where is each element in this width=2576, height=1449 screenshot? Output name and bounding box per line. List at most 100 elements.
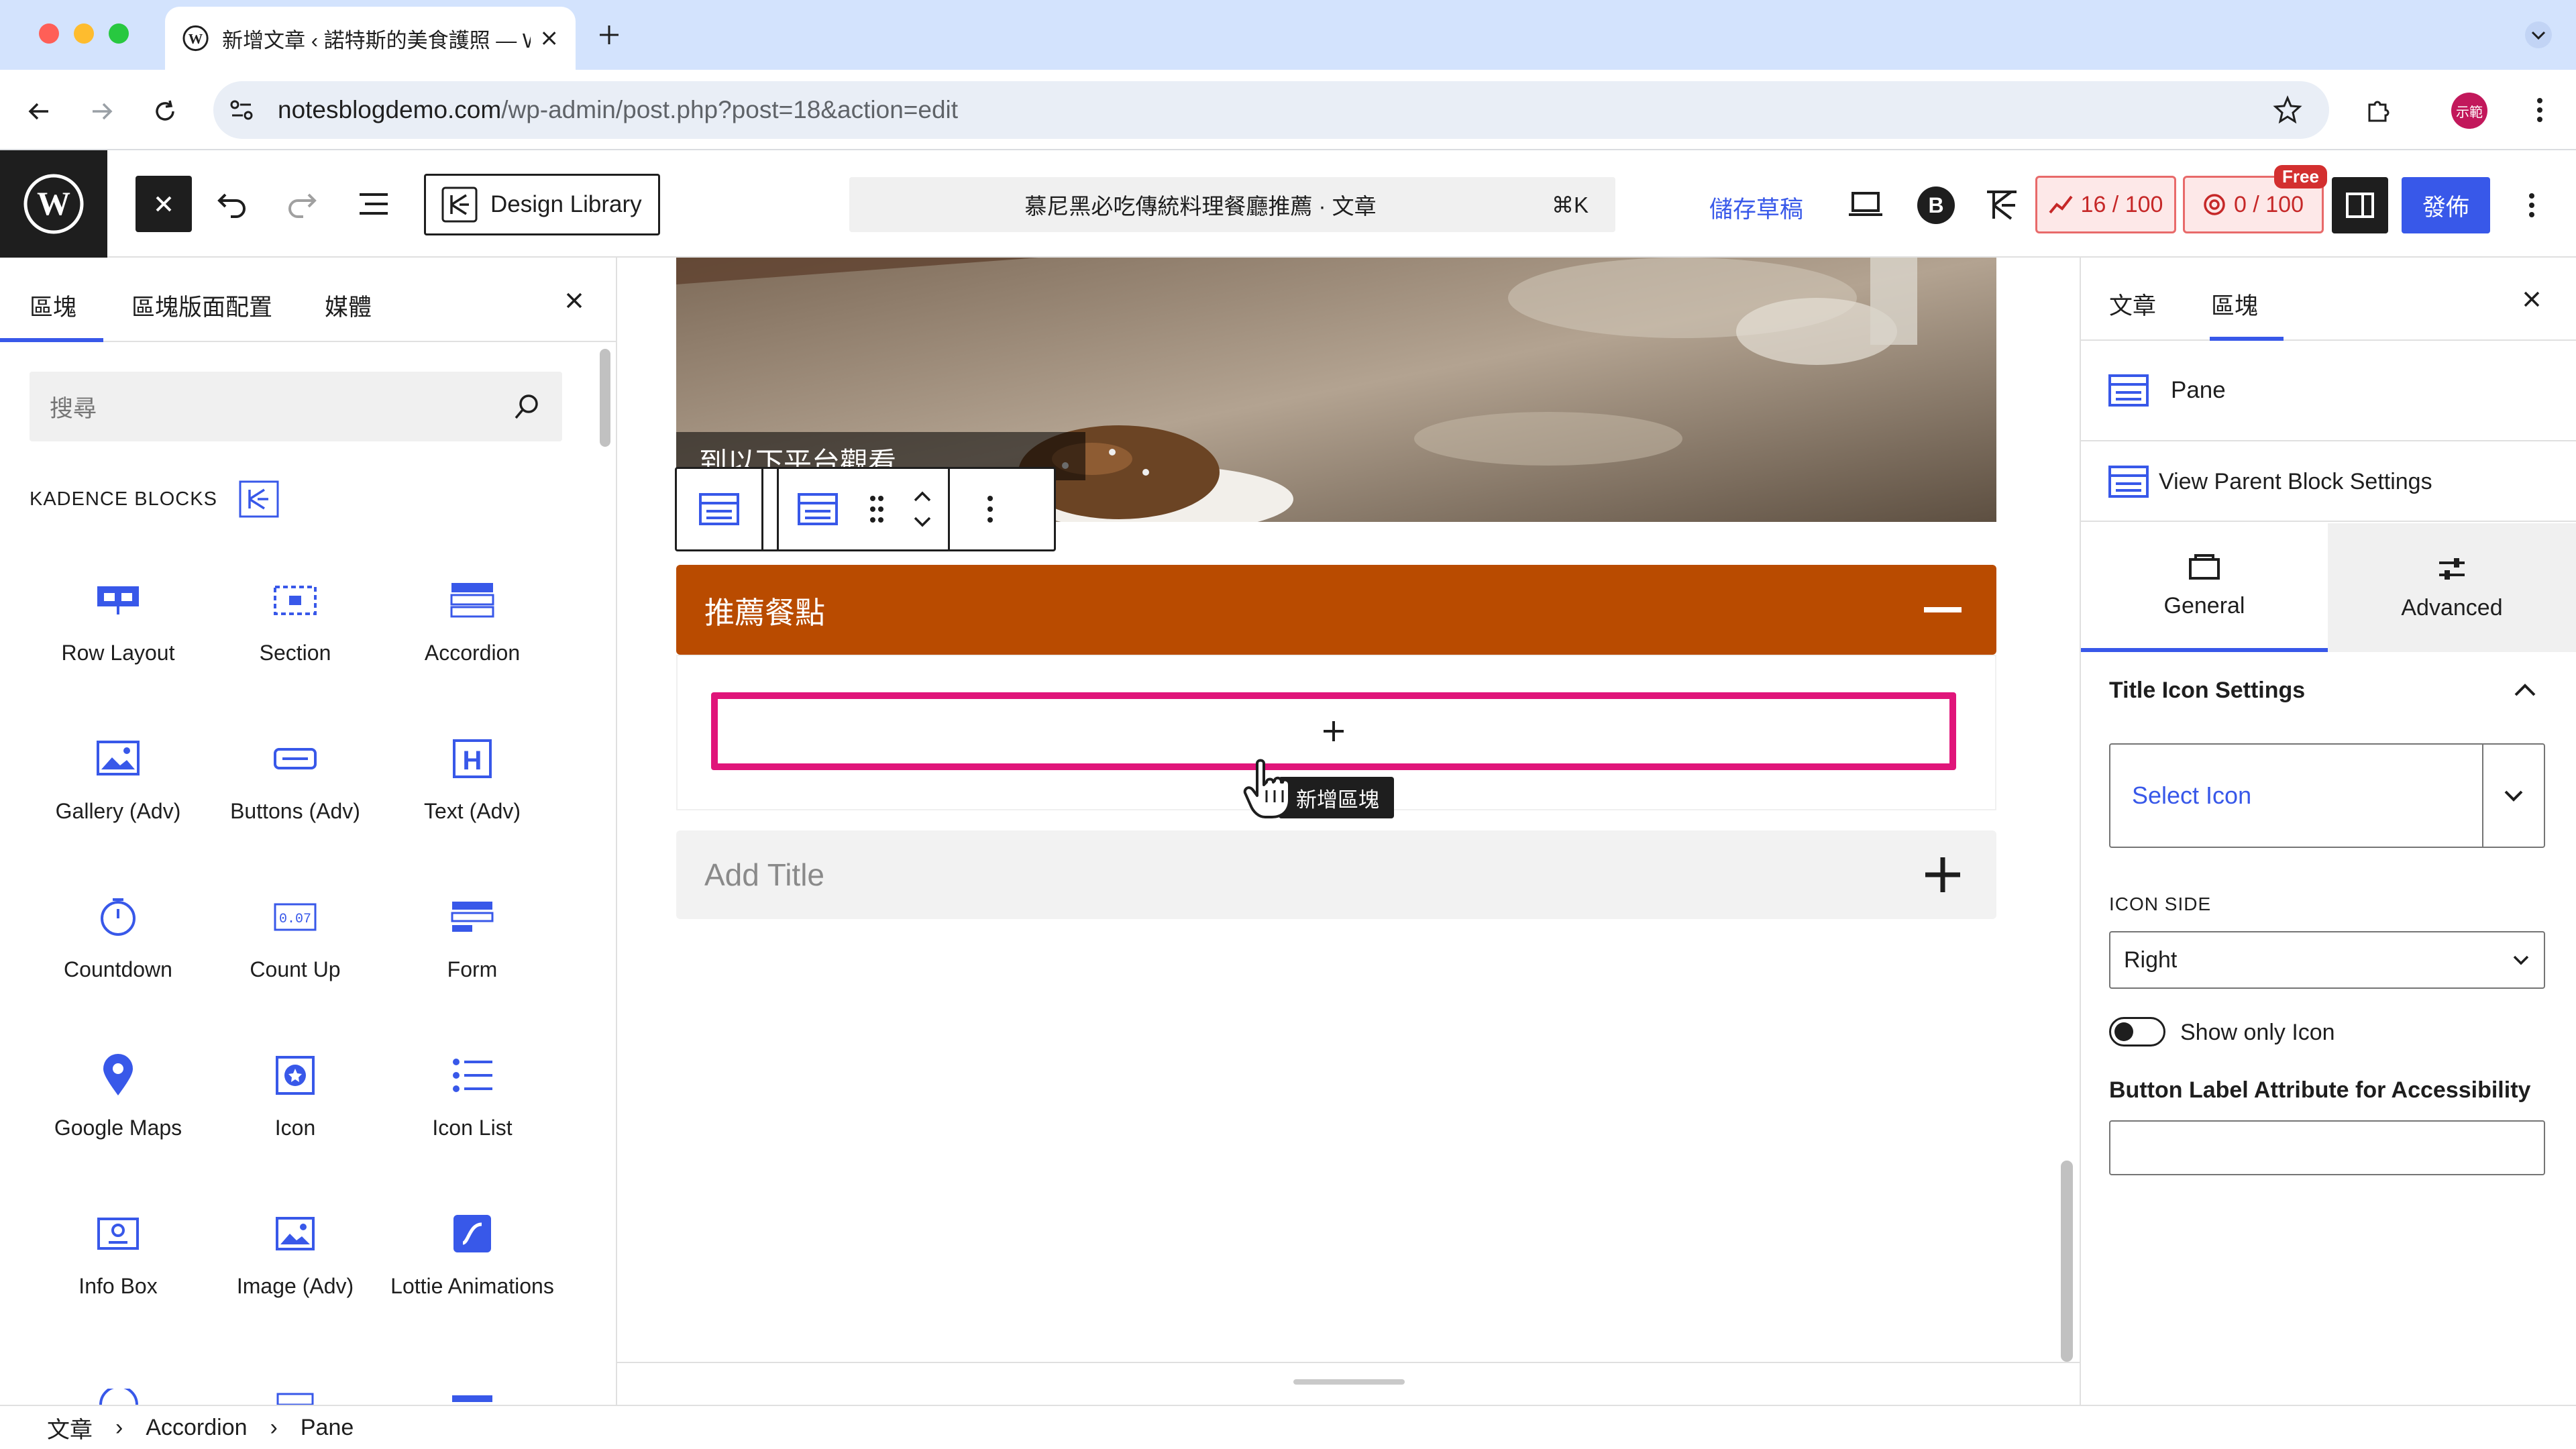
inserter-scrollbar[interactable] (600, 349, 610, 447)
block-appender-button[interactable] (711, 692, 1956, 770)
accordion-pane-add-title[interactable]: Add Title (676, 830, 1996, 919)
redo-icon[interactable] (286, 189, 318, 219)
design-library-button[interactable]: Design Library (424, 174, 660, 235)
window-minimize-dot[interactable] (74, 23, 94, 44)
editor-options-icon[interactable] (2517, 189, 2546, 221)
back-arrow-icon[interactable] (24, 97, 54, 126)
countdown-icon (95, 894, 142, 941)
document-overview-icon[interactable] (357, 191, 390, 217)
block-row-layout[interactable]: Row Layout (30, 577, 207, 665)
inserter-tab-patterns[interactable]: 區塊版面配置 (131, 288, 272, 323)
design-library-label: Design Library (490, 191, 642, 217)
preview-laptop-icon[interactable] (1847, 189, 1884, 219)
readability-score-value: 0 / 100 (2234, 191, 2304, 217)
reload-icon[interactable] (150, 97, 180, 126)
tab-close-icon[interactable] (540, 29, 558, 48)
block-image-adv[interactable]: Image (Adv) (207, 1210, 384, 1299)
browser-menu-icon[interactable] (2525, 94, 2555, 126)
seo-score-badge[interactable]: 16 / 100 (2035, 176, 2176, 233)
next-block-icon-partial (99, 1389, 138, 1405)
command-palette-bar[interactable]: 慕尼黑必吃傳統料理餐廳推薦 · 文章 ⌘K (849, 177, 1615, 232)
select-icon-control[interactable]: Select Icon (2109, 743, 2545, 848)
save-draft-button[interactable]: 儲存草稿 (1709, 191, 1803, 225)
move-down-icon[interactable] (911, 514, 934, 530)
expand-plus-icon[interactable] (1924, 856, 1962, 894)
seo-chart-icon (2049, 195, 2073, 214)
new-tab-plus-icon[interactable] (596, 21, 623, 48)
breadcrumb-item-pane[interactable]: Pane (301, 1415, 354, 1441)
block-section[interactable]: Section (207, 577, 384, 665)
move-up-icon[interactable] (911, 488, 934, 504)
drag-handle[interactable] (857, 469, 897, 549)
b-plugin-icon[interactable]: B (1917, 186, 1955, 224)
extensions-puzzle-icon[interactable] (2363, 94, 2395, 126)
tab-advanced[interactable]: Advanced (2328, 523, 2576, 652)
block-count-up[interactable]: 0.07 Count Up (207, 894, 384, 982)
accordion-block-icon (2108, 466, 2149, 498)
bookmark-star-icon[interactable] (2271, 94, 2304, 126)
tab-general[interactable]: General (2081, 523, 2328, 652)
kadence-header-icon[interactable] (1982, 185, 2022, 225)
select-icon-dropdown[interactable] (2482, 745, 2544, 847)
settings-tab-post[interactable]: 文章 (2109, 287, 2156, 321)
tab-general-label: General (2163, 592, 2245, 619)
block-accordion[interactable]: Accordion (384, 577, 561, 665)
block-search-input[interactable]: 搜尋 (30, 372, 562, 441)
block-google-maps[interactable]: Google Maps (30, 1052, 207, 1140)
panel-collapse-chevron-up-icon[interactable] (2512, 680, 2538, 699)
view-parent-settings-button[interactable]: View Parent Block Settings (2081, 443, 2576, 522)
panel-title-icon-settings[interactable]: Title Icon Settings (2109, 678, 2305, 704)
settings-sidebar-toggle[interactable] (2332, 177, 2388, 233)
block-lottie[interactable]: Lottie Animations (384, 1210, 561, 1299)
block-type-button[interactable] (777, 469, 857, 549)
block-card-title: Pane (2171, 377, 2226, 403)
tab-search-chevron-icon[interactable] (2524, 20, 2553, 50)
canvas-scrollbar[interactable] (2061, 1161, 2073, 1362)
move-buttons[interactable] (897, 469, 950, 549)
pane-block-icon (2108, 374, 2149, 407)
block-text-adv[interactable]: H Text (Adv) (384, 735, 561, 824)
undo-icon[interactable] (216, 189, 248, 219)
toolbar-gap (763, 469, 777, 549)
address-bar[interactable]: notesblogdemo.com/wp-admin/post.php?post… (213, 81, 2329, 139)
inserter-tab-blocks[interactable]: 區塊 (30, 288, 76, 323)
wordpress-logo[interactable]: W (0, 150, 107, 258)
block-info-box[interactable]: Info Box (30, 1210, 207, 1299)
breadcrumb-item-post[interactable]: 文章 (47, 1411, 93, 1444)
accordion-title-text: 推薦餐點 (704, 595, 826, 630)
block-options-button[interactable] (950, 469, 1030, 549)
window-zoom-dot[interactable] (109, 23, 129, 44)
block-icon-list[interactable]: Icon List (384, 1052, 561, 1140)
window-close-dot[interactable] (39, 23, 59, 44)
collapse-minus-icon[interactable] (1924, 606, 1962, 614)
gallery-icon (95, 735, 142, 782)
accordion-pane-title[interactable]: 推薦餐點 (676, 565, 1996, 655)
block-gallery-adv[interactable]: Gallery (Adv) (30, 735, 207, 824)
profile-avatar[interactable]: 示範 (2451, 93, 2487, 129)
block-card: Pane (2081, 341, 2576, 441)
browser-tab-active[interactable]: W 新增文章 ‹ 諾特斯的美食護照 — WordPress (165, 7, 576, 70)
search-icon (515, 394, 538, 419)
canvas-resize-handle[interactable] (1293, 1379, 1405, 1385)
block-icon[interactable]: Icon (207, 1052, 384, 1140)
parent-block-selector[interactable] (677, 469, 763, 549)
site-settings-icon[interactable] (227, 95, 256, 125)
breadcrumb-item-accordion[interactable]: Accordion (146, 1415, 247, 1441)
forward-arrow-icon[interactable] (87, 97, 117, 126)
close-inserter-button[interactable] (136, 176, 192, 232)
icon-side-select[interactable]: Right (2109, 931, 2545, 989)
block-buttons-adv[interactable]: Buttons (Adv) (207, 735, 384, 824)
publish-button[interactable]: 發佈 (2402, 177, 2490, 233)
next-block-icon-partial (276, 1393, 314, 1405)
kadence-blocks-category: KADENCE BLOCKS (30, 479, 280, 519)
button-label-attr-input[interactable] (2109, 1120, 2545, 1175)
wordpress-favicon-icon: W (182, 25, 209, 52)
settings-close-icon[interactable] (2518, 286, 2545, 313)
inserter-tab-media[interactable]: 媒體 (325, 288, 372, 323)
settings-tab-block[interactable]: 區塊 (2211, 287, 2258, 321)
block-countdown[interactable]: Countdown (30, 894, 207, 982)
kadence-logo-icon (441, 186, 478, 223)
block-form[interactable]: Form (384, 894, 561, 982)
inserter-close-icon[interactable] (561, 287, 588, 314)
section-icon (272, 577, 319, 624)
